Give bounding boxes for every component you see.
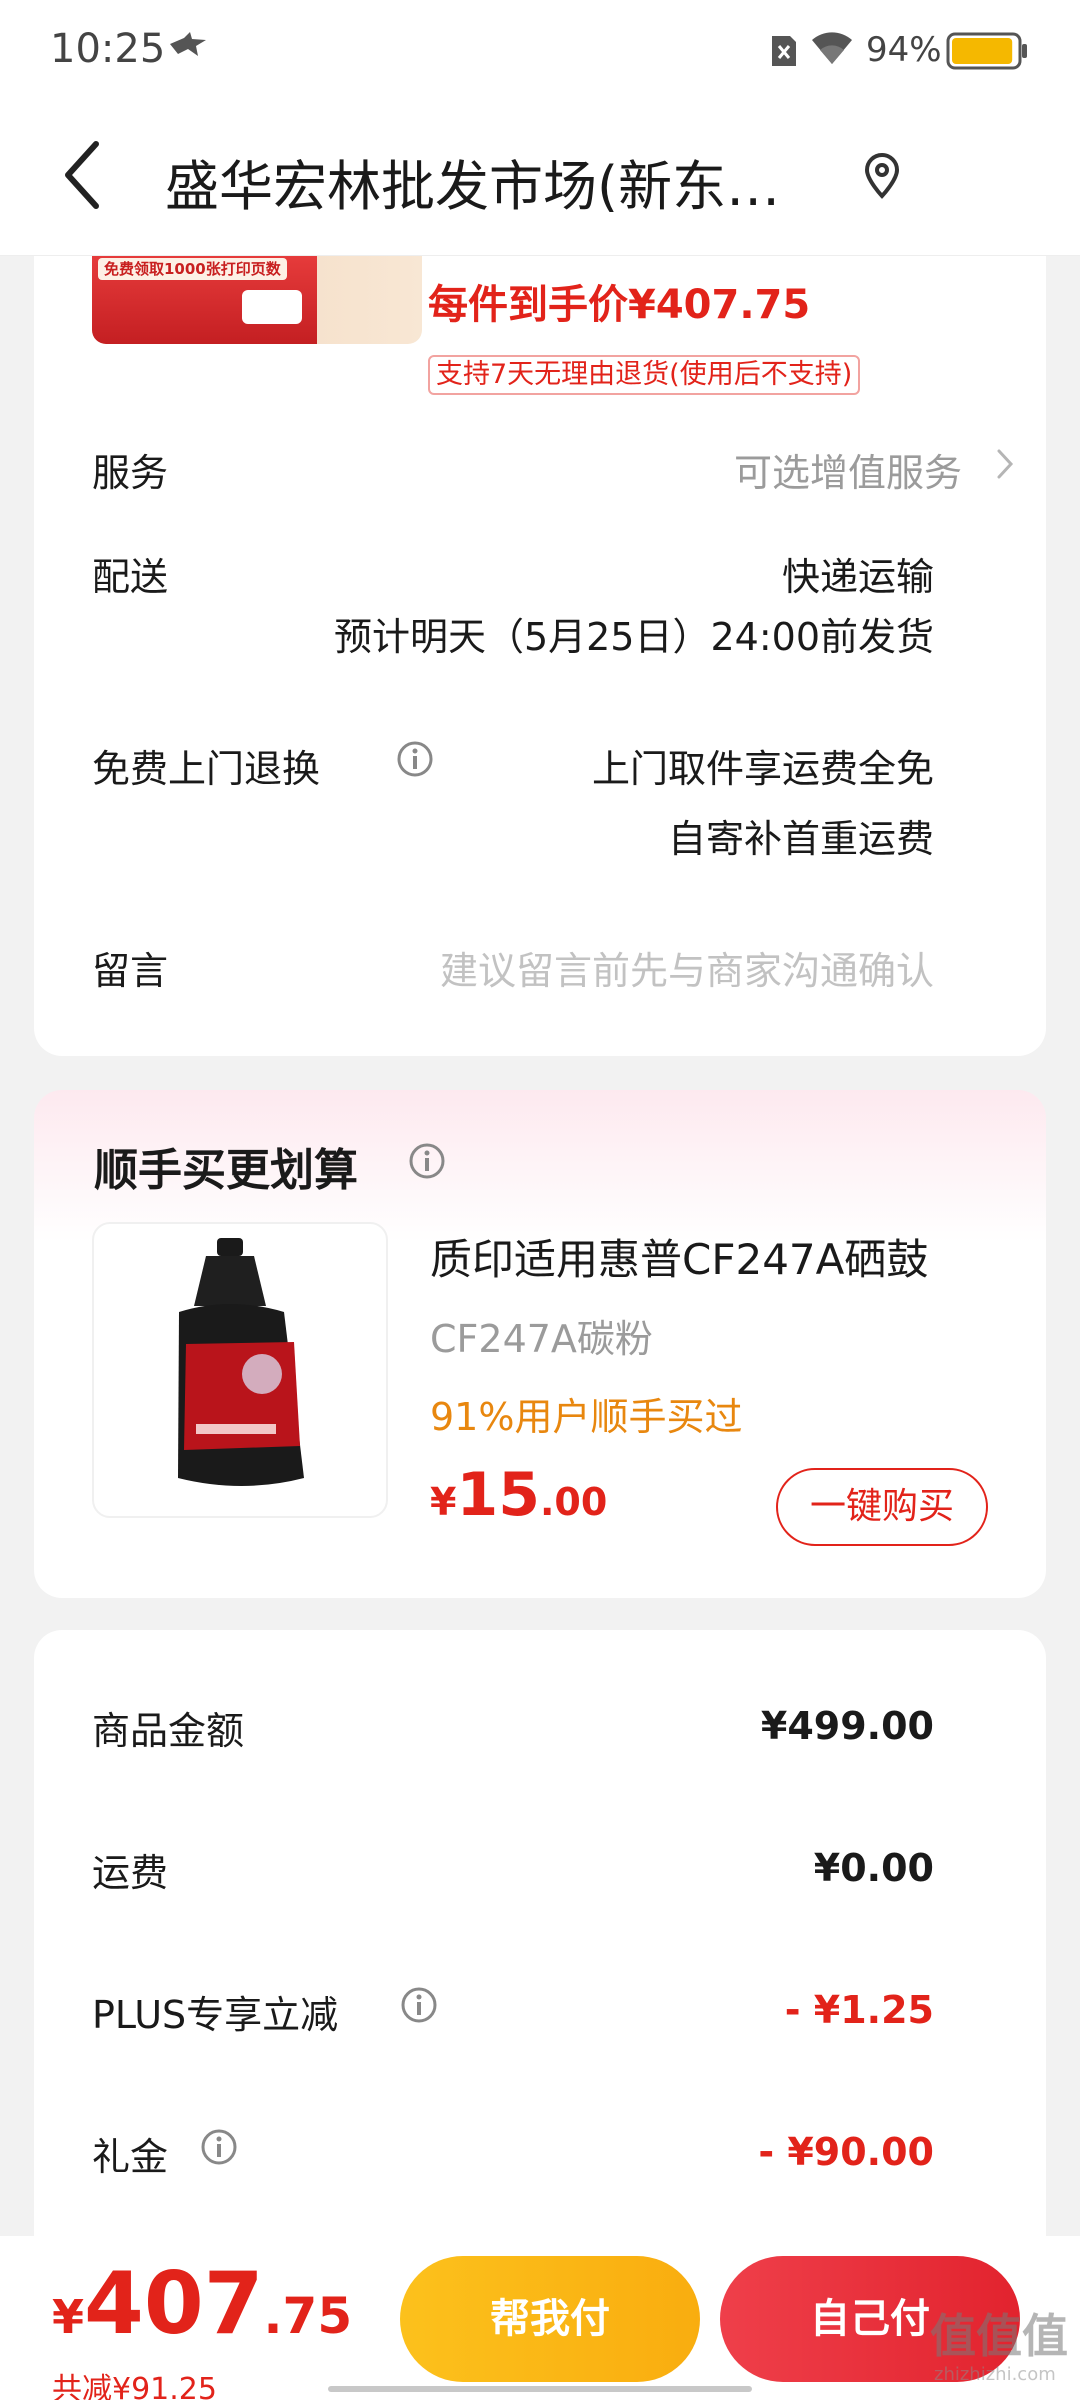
status-time: 10:25 xyxy=(50,26,166,72)
order-details-card: 免费领取1000张打印页数 每件到手价¥407.75 支持7天无理由退货(使用后… xyxy=(34,256,1046,1056)
home-indicator[interactable] xyxy=(328,2386,752,2392)
service-value[interactable]: 可选增值服务 xyxy=(734,442,962,497)
free-return-label: 免费上门退换 xyxy=(92,747,321,791)
upsell-heading: 顺手买更划算 xyxy=(94,1145,358,1196)
unit-price: 每件到手价¥407.75 xyxy=(428,282,811,328)
page-title: 盛华宏林批发市场(新东… xyxy=(165,155,781,218)
status-bar: 10:25 94% xyxy=(0,0,1080,100)
info-icon[interactable] xyxy=(400,1986,438,2024)
plus-discount-value: - ¥1.25 xyxy=(784,1988,934,2032)
goods-amount-label: 商品金额 xyxy=(92,1709,245,1753)
app-notification-icon xyxy=(170,32,206,56)
free-return-line2: 自寄补首重运费 xyxy=(667,817,934,861)
shipping-label: 运费 xyxy=(92,1851,169,1895)
upsell-product-name[interactable]: 质印适用惠普CF247A硒鼓 xyxy=(430,1226,928,1287)
upsell-price-symbol: ¥ xyxy=(430,1480,457,1524)
upsell-price-integer: 15 xyxy=(456,1460,540,1530)
total-saved: 共减¥91.25 xyxy=(52,2372,217,2400)
price-summary-card: 商品金额 ¥499.00 运费 ¥0.00 PLUS专享立减 - ¥1.25 礼… xyxy=(34,1630,1046,2250)
upsell-price-decimal: .00 xyxy=(539,1480,608,1524)
upsell-price: ¥15.00 xyxy=(430,1460,607,1530)
info-icon[interactable] xyxy=(408,1142,446,1180)
upsell-social-proof: 91%用户顺手买过 xyxy=(430,1395,743,1439)
upsell-card: 顺手买更划算 质印适用惠普CF247A硒鼓 CF247A碳粉 91%用户顺手买过… xyxy=(34,1090,1046,1598)
toner-bottle-icon xyxy=(178,1238,304,1486)
total-price-integer: 407 xyxy=(84,2254,264,2354)
upsell-product-image[interactable] xyxy=(92,1222,388,1518)
total-price-symbol: ¥ xyxy=(52,2290,85,2344)
goods-amount-value: ¥499.00 xyxy=(760,1704,934,1748)
return-policy-tag: 支持7天无理由退货(使用后不支持) xyxy=(428,355,861,395)
delivery-method: 快递运输 xyxy=(781,555,934,599)
watermark-url: zhizhizhi.com xyxy=(934,2364,1056,2385)
gift-money-value: - ¥90.00 xyxy=(758,2130,934,2174)
delivery-eta: 预计明天（5月25日）24:00前发货 xyxy=(333,615,934,659)
gift-money-label: 礼金 xyxy=(92,2135,169,2179)
message-label: 留言 xyxy=(92,949,169,993)
watermark-logo: 值值值 xyxy=(930,2309,1068,2363)
one-click-buy-button[interactable]: 一键购买 xyxy=(776,1468,988,1546)
nav-bar: 盛华宏林批发市场(新东… xyxy=(0,100,1080,256)
no-sim-icon xyxy=(772,36,796,66)
checkout-bar: ¥407.75 共减¥91.25 帮我付 自己付 xyxy=(0,2236,1080,2400)
message-input[interactable]: 建议留言前先与商家沟通确认 xyxy=(440,940,934,995)
product-image-banner: 免费领取1000张打印页数 xyxy=(98,258,287,280)
chevron-right-icon[interactable] xyxy=(994,446,1016,482)
total-price-decimal: .75 xyxy=(263,2287,353,2345)
free-return-line1: 上门取件享运费全免 xyxy=(591,747,934,791)
service-label: 服务 xyxy=(92,451,169,495)
product-image[interactable]: 免费领取1000张打印页数 xyxy=(92,256,422,344)
total-price: ¥407.75 xyxy=(52,2254,352,2354)
location-pin-icon[interactable] xyxy=(862,152,902,200)
battery-icon xyxy=(946,32,1027,70)
wifi-icon xyxy=(812,32,852,64)
delivery-label: 配送 xyxy=(92,555,169,599)
product-image-badge xyxy=(242,290,302,324)
help-me-pay-button[interactable]: 帮我付 xyxy=(400,2256,700,2382)
info-icon[interactable] xyxy=(396,740,434,778)
shipping-value: ¥0.00 xyxy=(813,1846,934,1890)
upsell-product-subtitle: CF247A碳粉 xyxy=(430,1317,653,1361)
back-icon[interactable] xyxy=(60,138,104,212)
plus-discount-label: PLUS专享立减 xyxy=(92,1993,339,2037)
info-icon[interactable] xyxy=(200,2128,238,2166)
battery-percentage: 94% xyxy=(866,30,942,70)
